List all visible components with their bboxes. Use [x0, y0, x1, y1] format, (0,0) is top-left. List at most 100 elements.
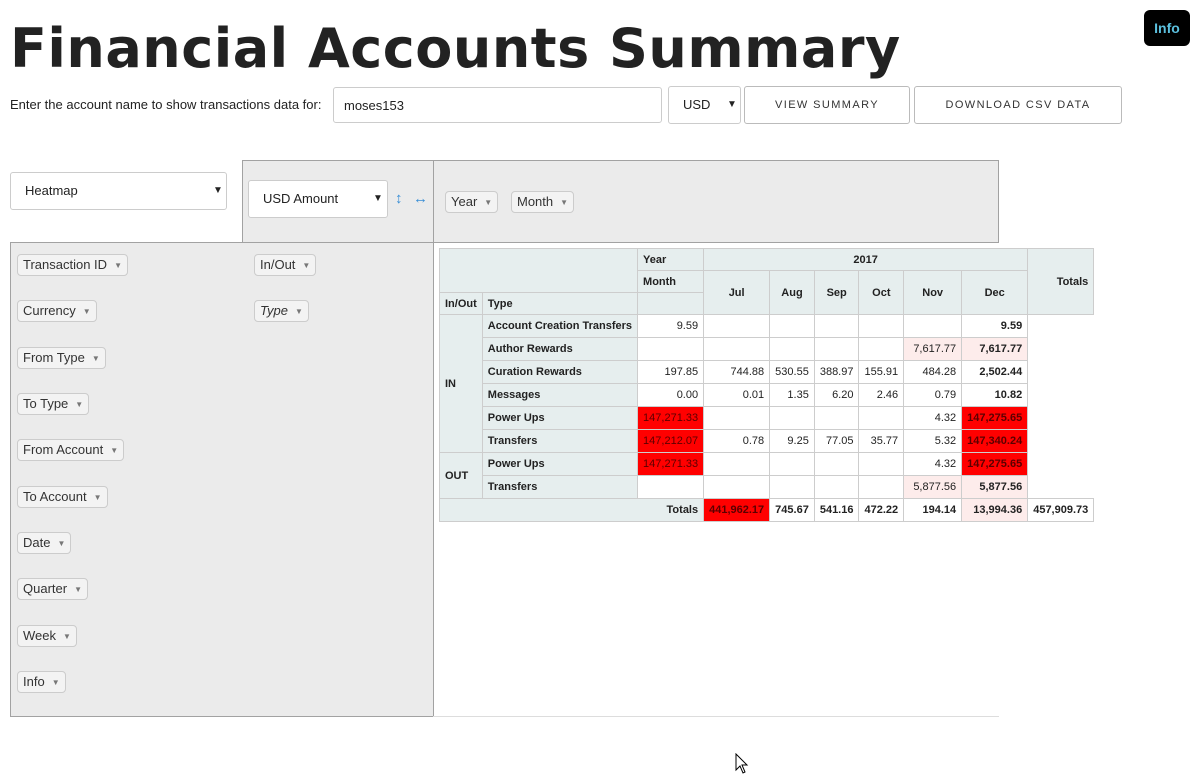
attr-week[interactable]: Week ▼ — [17, 625, 77, 647]
data-cell: 744.88 — [703, 360, 771, 384]
mouse-cursor-icon — [735, 753, 749, 774]
info-button[interactable]: Info — [1144, 10, 1190, 46]
attr-to-account[interactable]: To Account ▼ — [17, 486, 108, 508]
col-header-month: Oct — [858, 270, 905, 315]
table-row: IN Account Creation Transfers 9.59 9.59 — [439, 314, 1094, 453]
data-cell — [858, 406, 905, 430]
data-cell: 6.20 — [813, 383, 860, 407]
attr-transaction-id[interactable]: Transaction ID ▼ — [17, 254, 128, 276]
row-axis-label-type: Type — [481, 292, 639, 315]
currency-select-value: USD — [683, 97, 711, 112]
attr-label: Week — [23, 628, 56, 643]
col-total-cell: 441,962.17 — [703, 498, 771, 522]
renderer-select[interactable]: Heatmap ▼ — [10, 172, 227, 210]
data-cell: 484.28 — [903, 360, 963, 384]
horizontal-arrows-icon[interactable]: ↔ — [413, 190, 428, 207]
dropdown-caret-icon: ▼ — [74, 584, 82, 594]
row-attr-inout[interactable]: In/Out ▼ — [254, 254, 317, 276]
data-cell — [703, 337, 771, 361]
col-attr-year[interactable]: Year ▼ — [445, 191, 499, 213]
data-cell: 4.32 — [903, 406, 963, 430]
data-cell: 2.46 — [858, 383, 905, 407]
dropdown-caret-icon: ▼ — [484, 197, 493, 207]
data-cell — [703, 475, 771, 499]
row-total-cell: 2,502.44 — [961, 360, 1029, 384]
data-cell: 0.01 — [703, 383, 771, 407]
data-cell: 35.77 — [858, 429, 905, 453]
table-row: Power Ups 147,271.33 4.32 147,275.65 — [440, 406, 1094, 430]
row-type-label: Transfers — [481, 475, 639, 499]
account-prompt-label: Enter the account name to show transacti… — [10, 97, 322, 112]
view-summary-button[interactable]: VIEW SUMMARY — [744, 86, 910, 124]
data-cell — [637, 337, 705, 361]
col-header-month: Jul — [703, 270, 771, 315]
attr-from-account[interactable]: From Account ▼ — [17, 439, 125, 461]
row-type-label: Messages — [481, 383, 639, 407]
account-name-input[interactable] — [333, 87, 662, 123]
data-cell — [703, 406, 771, 430]
attr-from-type[interactable]: From Type ▼ — [17, 347, 106, 369]
aggregator-select[interactable]: USD Amount ▼ — [248, 180, 388, 218]
currency-select[interactable]: USD ▼ — [668, 86, 741, 124]
row-group-label: IN — [439, 314, 483, 453]
vertical-arrows-icon[interactable]: ↕ — [395, 190, 403, 207]
pivot-table: Year 2017 Totals Month Jul Aug Sep Oct N… — [438, 248, 1095, 522]
data-cell: 5.32 — [903, 429, 963, 453]
data-cell: 9.25 — [769, 429, 815, 453]
aggregator-select-value: USD Amount — [263, 191, 339, 206]
attr-label: To Account — [23, 489, 87, 504]
col-header-month: Nov — [903, 270, 963, 315]
attr-label: Type — [260, 303, 288, 318]
attr-label: Date — [23, 535, 51, 550]
data-cell: 0.79 — [903, 383, 963, 407]
data-cell — [858, 337, 905, 361]
attr-info[interactable]: Info ▼ — [17, 671, 66, 693]
row-total-cell: 10.82 — [961, 383, 1029, 407]
data-cell — [858, 314, 905, 338]
col-header-month: Sep — [813, 270, 860, 315]
col-header-year: 2017 — [703, 248, 1029, 271]
data-cell: 0.78 — [703, 429, 771, 453]
attr-quarter[interactable]: Quarter ▼ — [17, 578, 88, 600]
row-total-cell: 147,275.65 — [961, 406, 1029, 430]
dropdown-caret-icon: ▼ — [302, 260, 311, 270]
data-cell — [769, 337, 815, 361]
row-type-label: Power Ups — [481, 406, 639, 430]
dropdown-caret-icon: ▼ — [373, 193, 383, 204]
col-total-cell: 13,994.36 — [961, 498, 1029, 522]
data-cell — [769, 452, 815, 476]
row-total-cell: 7,617.77 — [961, 337, 1029, 361]
col-total-cell: 194.14 — [903, 498, 963, 522]
attr-label: Month — [517, 194, 554, 209]
grand-total-cell: 457,909.73 — [1027, 498, 1095, 522]
page-title: Financial Accounts Summary — [10, 17, 901, 80]
data-cell: 147,212.07 — [637, 429, 705, 453]
attr-date[interactable]: Date ▼ — [17, 532, 72, 554]
dropdown-caret-icon: ▼ — [93, 492, 102, 502]
attr-label: To Type — [23, 396, 69, 411]
data-cell: 197.85 — [637, 360, 705, 384]
pivot-spacer — [637, 292, 705, 315]
data-cell — [813, 452, 860, 476]
totals-row-label: Totals — [438, 498, 705, 522]
col-attr-month[interactable]: Month ▼ — [511, 191, 575, 213]
attr-label: Quarter — [23, 581, 68, 596]
dropdown-caret-icon: ▼ — [91, 353, 100, 363]
row-attr-type[interactable]: Type ▼ — [254, 300, 309, 322]
attr-label: Currency — [23, 303, 76, 318]
download-csv-button[interactable]: DOWNLOAD CSV DATA — [914, 86, 1122, 124]
attr-to-type[interactable]: To Type ▼ — [17, 393, 90, 415]
data-cell: 155.91 — [858, 360, 905, 384]
dropdown-caret-icon: ▼ — [75, 399, 84, 409]
data-cell — [858, 475, 905, 499]
data-cell: 147,271.33 — [637, 452, 705, 476]
dropdown-caret-icon: ▼ — [51, 677, 60, 687]
data-cell: 9.59 — [637, 314, 705, 338]
col-axis-label-month: Month — [637, 270, 705, 293]
row-type-label: Power Ups — [481, 452, 639, 476]
row-type-label: Curation Rewards — [481, 360, 639, 384]
attr-currency[interactable]: Currency ▼ — [17, 300, 97, 322]
table-row: Transfers 147,212.07 0.78 9.25 77.05 35.77 5.3… — [440, 429, 1094, 453]
data-cell — [813, 337, 860, 361]
row-axis-label-inout: In/Out — [439, 292, 483, 315]
